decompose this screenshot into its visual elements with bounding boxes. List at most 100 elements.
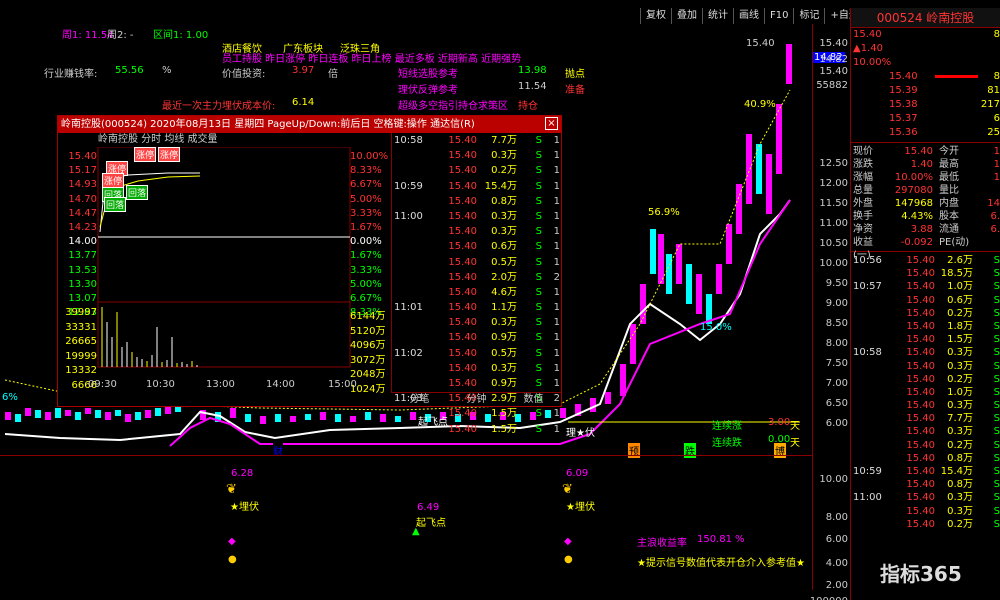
mini-time-label: 10:30 xyxy=(146,379,175,390)
tick-time: 10:59 xyxy=(394,180,423,192)
tick-list[interactable]: 10:56 15.40 2.6万 S 15.40 18.5万 S 10:57 15.40 1.0万… xyxy=(851,254,1000,531)
tick-row[interactable]: 15.40 0.8万 S xyxy=(851,452,1000,465)
popup-tick-row[interactable]: 15.40 1.5万 S 1 xyxy=(392,406,562,421)
tick-row[interactable]: 10:58 15.40 0.3万 S xyxy=(851,346,1000,359)
intraday-popup[interactable]: 岭南控股(000524) 2020年08月13日 星期四 PageUp/Down… xyxy=(57,115,562,435)
tick-price: 15.40 xyxy=(906,360,935,372)
tick-time xyxy=(853,505,903,518)
popup-tick-row[interactable]: 15.40 0.3万 S 1 xyxy=(392,148,562,163)
popup-tick-row[interactable]: 11:02 15.40 0.5万 S 1 xyxy=(392,346,562,361)
price-label-high: 15.40 xyxy=(746,38,775,49)
popup-tab[interactable]: 分笔 xyxy=(391,393,448,407)
popup-tick-row[interactable]: 15.40 0.6万 S 1 xyxy=(392,239,562,254)
order-book-row[interactable]: 15.40 8 xyxy=(851,28,1000,42)
order-book-row[interactable]: 15.40 8 xyxy=(851,70,1000,84)
candle xyxy=(135,412,141,420)
limit-badge: 涨停 xyxy=(102,173,125,188)
stock-title[interactable]: 000524 岭南控股 xyxy=(851,8,1000,28)
tick-count: 1 xyxy=(553,347,560,359)
popup-tick-row[interactable]: 11:01 15.40 1.1万 S 1 xyxy=(392,300,562,315)
popup-title[interactable]: 岭南控股(000524) 2020年08月13日 星期四 PageUp/Down… xyxy=(58,116,561,133)
tick-count: 1 xyxy=(553,165,560,177)
popup-tick-row[interactable]: 15.40 0.3万 S 1 xyxy=(392,224,562,239)
tick-row[interactable]: 10:56 15.40 2.6万 S xyxy=(851,254,1000,267)
tick-side: S xyxy=(993,360,1000,372)
popup-tick-row[interactable]: 15.40 0.3万 S 1 xyxy=(392,315,562,330)
tick-volume: 0.2万 xyxy=(491,165,517,177)
quote-key: 股本 xyxy=(939,211,959,222)
order-book-row[interactable]: 15.36 25 xyxy=(851,126,1000,140)
popup-tick-row[interactable]: 15.40 1.5万 S 1 xyxy=(392,422,562,437)
popup-tick-row[interactable]: 10:59 15.40 15.4万 S 1 xyxy=(392,179,562,194)
toolbar-button[interactable]: F10 xyxy=(764,8,793,24)
order-book-row[interactable]: ▲1.40 xyxy=(851,42,1000,56)
tick-row[interactable]: 15.40 0.8万 S xyxy=(851,478,1000,491)
tick-row[interactable]: 15.40 1.8万 S xyxy=(851,320,1000,333)
tick-row[interactable]: 15.40 0.2万 S xyxy=(851,307,1000,320)
popup-tick-row[interactable]: 15.40 2.0万 S 2 xyxy=(392,270,562,285)
tick-row[interactable]: 10:59 15.40 15.4万 S xyxy=(851,465,1000,478)
tick-row[interactable]: 15.40 1.5万 S xyxy=(851,333,1000,346)
popup-tick-row[interactable]: 15.40 0.8万 S 1 xyxy=(392,194,562,209)
tick-volume: 2.0万 xyxy=(491,271,517,283)
tick-volume: 15.4万 xyxy=(940,466,973,477)
tick-time: 10:57 xyxy=(853,281,882,293)
toolbar-button[interactable]: 复权 xyxy=(640,8,671,24)
candle xyxy=(275,414,281,422)
popup-tab[interactable]: 分钟 xyxy=(448,393,505,407)
popup-tick-row[interactable]: 15.40 4.6万 S 1 xyxy=(392,285,562,300)
tick-side: S xyxy=(993,373,1000,385)
quote-row: 收益(一) -0.092 PE(动) xyxy=(851,236,1000,261)
toolbar-button[interactable]: 画线 xyxy=(733,8,764,24)
tick-row[interactable]: 15.40 0.6万 S xyxy=(851,294,1000,307)
order-book-row[interactable]: 15.37 6 xyxy=(851,112,1000,126)
mini-intraday-chart[interactable]: 15.40 15.17 14.93 14.70 14.47 14.23 14.00 13.77… xyxy=(58,146,391,395)
quote-key: PE(动) xyxy=(939,237,970,248)
price-axis-label: 6.00 xyxy=(825,534,848,545)
popup-tick-row[interactable]: 15.40 0.3万 S 1 xyxy=(392,361,562,376)
book-price: 15.37 xyxy=(889,113,918,124)
tick-row[interactable]: 15.40 18.5万 S xyxy=(851,267,1000,280)
book-price: 15.39 xyxy=(889,85,918,96)
toolbar-button[interactable]: 叠加 xyxy=(671,8,702,24)
popup-tick-list[interactable]: 10:58 15.40 7.7万 S 1 15.40 0.3万 S 1 15.40 0.2万 S 1 10… xyxy=(391,133,562,435)
tick-row[interactable]: 11:00 15.40 0.3万 S xyxy=(851,491,1000,504)
popup-tick-row[interactable]: 15.40 0.9万 S 1 xyxy=(392,330,562,345)
price-axis-label: 6.50 xyxy=(825,398,848,409)
popup-tab[interactable]: 数值 xyxy=(505,393,562,407)
tick-row[interactable]: 10:57 15.40 1.0万 S xyxy=(851,280,1000,293)
price-axis-label: 12.00 xyxy=(819,178,848,189)
popup-tick-row[interactable]: 10:58 15.40 7.7万 S 1 xyxy=(392,133,562,148)
order-book-row[interactable]: 10.00% xyxy=(851,56,1000,70)
tick-price: 15.40 xyxy=(906,400,935,412)
candle xyxy=(85,408,91,414)
toolbar-button[interactable]: 统计 xyxy=(702,8,733,24)
book-price: 15.40 xyxy=(889,71,918,82)
tick-row[interactable]: 15.40 0.2万 S xyxy=(851,518,1000,531)
tick-row[interactable]: 15.40 0.3万 S xyxy=(851,399,1000,412)
tick-time xyxy=(853,478,903,491)
toolbar-button[interactable]: 标记 xyxy=(793,8,824,24)
tick-row[interactable]: 15.40 0.3万 S xyxy=(851,505,1000,518)
tick-price: 15.40 xyxy=(448,180,477,192)
popup-tick-row[interactable]: 15.40 0.5万 S 1 xyxy=(392,255,562,270)
tick-row[interactable]: 15.40 0.3万 S xyxy=(851,425,1000,438)
tick-count: 1 xyxy=(553,180,560,192)
popup-tick-row[interactable]: 15.40 0.9万 S 1 xyxy=(392,376,562,391)
tick-row[interactable]: 15.40 0.2万 S xyxy=(851,439,1000,452)
quote-row: 总量 297080 量比 xyxy=(851,184,1000,197)
tick-row[interactable]: 15.40 7.7万 S xyxy=(851,412,1000,425)
order-book-row[interactable]: 15.38 217 xyxy=(851,98,1000,112)
close-button[interactable]: × xyxy=(545,117,558,130)
popup-tick-row[interactable]: 11:00 15.40 0.3万 S 1 xyxy=(392,209,562,224)
mini-left-axis-label: 14.00 xyxy=(68,236,97,248)
tick-row[interactable]: 15.40 0.2万 S xyxy=(851,373,1000,386)
candle xyxy=(696,274,702,314)
tick-row[interactable]: 15.40 0.3万 S xyxy=(851,360,1000,373)
mini-time-label: 14:00 xyxy=(266,379,295,390)
order-book-row[interactable]: 15.39 81 xyxy=(851,84,1000,98)
tick-row[interactable]: 15.40 1.0万 S xyxy=(851,386,1000,399)
tick-price: 15.40 xyxy=(906,479,935,491)
popup-tick-row[interactable]: 15.40 0.2万 S 1 xyxy=(392,163,562,178)
tick-time xyxy=(853,399,903,412)
